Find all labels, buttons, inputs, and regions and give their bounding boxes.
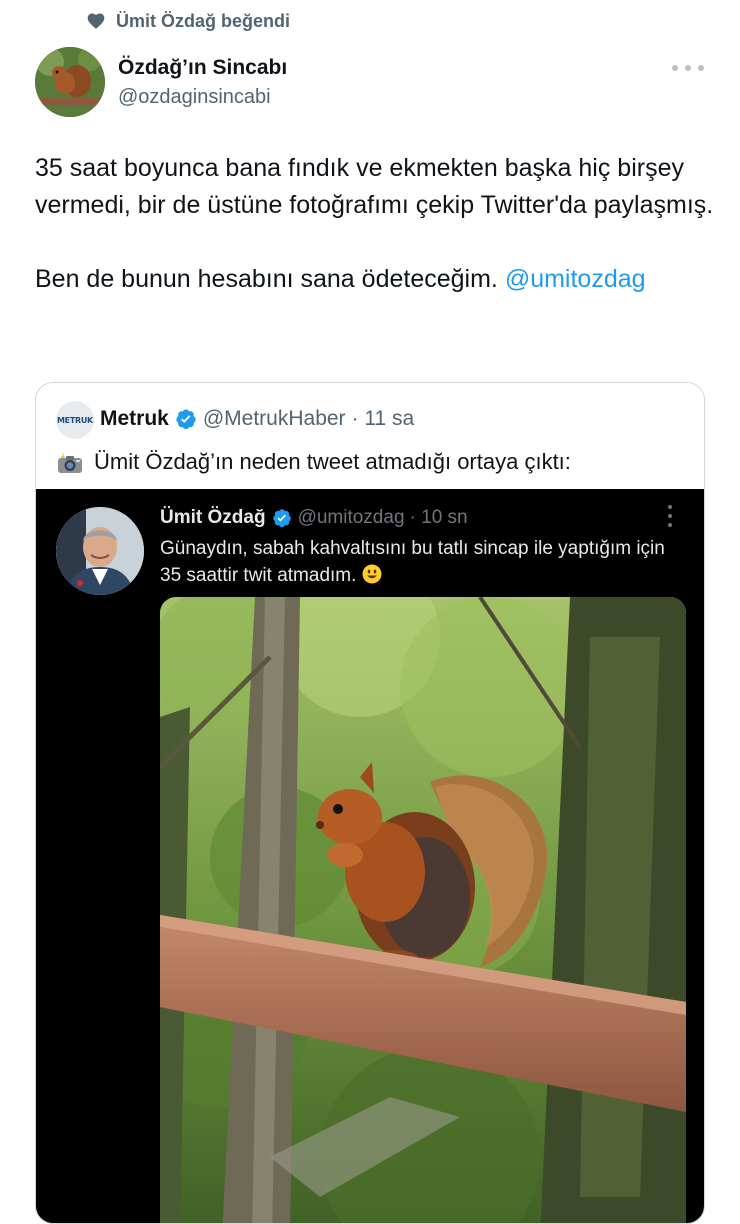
tweet-paragraph-1: 35 saat boyunca bana fındık ve ekmekten … [35,154,714,219]
author-avatar[interactable] [35,47,105,117]
screenshot-text-content: Günaydın, sabah kahvaltısını bu tatlı si… [160,538,665,586]
verified-badge-icon [272,509,291,528]
social-context[interactable]: Ümit Özdağ beğendi [86,8,290,34]
more-options-button[interactable] [672,58,704,78]
tweet-text: 35 saat boyunca bana fındık ve ekmekten … [35,150,715,298]
quoted-text: Ümit Özdağ’ın neden tweet atmadığı ortay… [94,449,571,474]
screenshot-author-handle: @umitozdag [297,507,405,528]
squirrel-forest-image [160,597,686,1223]
quoted-text-row: Ümit Özdağ’ın neden tweet atmadığı ortay… [56,449,571,475]
quoted-author-handle[interactable]: @MetrukHaber [203,407,346,431]
more-dot [698,65,704,71]
squirrel-avatar-image [35,47,105,117]
more-vertical-icon [668,505,674,527]
screenshot-text: Günaydın, sabah kahvaltısını bu tatlı si… [160,535,680,589]
more-dot [685,65,691,71]
screenshot-header: Ümit Özdağ @umitozdag · 10 sn [160,507,468,529]
mention-link[interactable]: @umitozdag [505,265,646,293]
author-name[interactable]: Özdağ’ın Sincabı [118,56,287,80]
screenshot-time: · 10 sn [409,507,468,528]
quoted-author-name[interactable]: Metruk [100,407,169,431]
tweet-paragraph-2-text: Ben de bunun hesabını sana ödeteceğim. [35,265,505,293]
tweet-paragraph-2: Ben de bunun hesabını sana ödeteceğim. @… [35,261,715,298]
quoted-tweet[interactable]: METRUK Metruk @MetrukHaber · 11 sa Ümit … [35,382,705,1224]
metruk-avatar[interactable]: METRUK [56,401,94,439]
quoted-time: · 11 sa [351,407,415,430]
more-horizontal-icon [672,65,678,71]
squirrel-photo[interactable] [160,597,686,1223]
smiley-icon [362,564,382,584]
liked-by-text: Ümit Özdağ beğendi [116,10,291,31]
heart-icon [87,13,105,29]
camera-flash-icon [58,451,82,473]
verified-badge-icon [176,409,196,430]
embedded-screenshot[interactable]: Ümit Özdağ @umitozdag · 10 sn Günaydın, … [36,489,704,1223]
screenshot-author-name: Ümit Özdağ [160,507,266,528]
metruk-logo: METRUK [57,415,93,425]
person-portrait-image [56,507,144,595]
umit-ozdag-avatar [56,507,144,595]
quoted-header: Metruk @MetrukHaber · 11 sa [100,407,414,431]
author-handle[interactable]: @ozdaginsincabi [118,86,271,109]
